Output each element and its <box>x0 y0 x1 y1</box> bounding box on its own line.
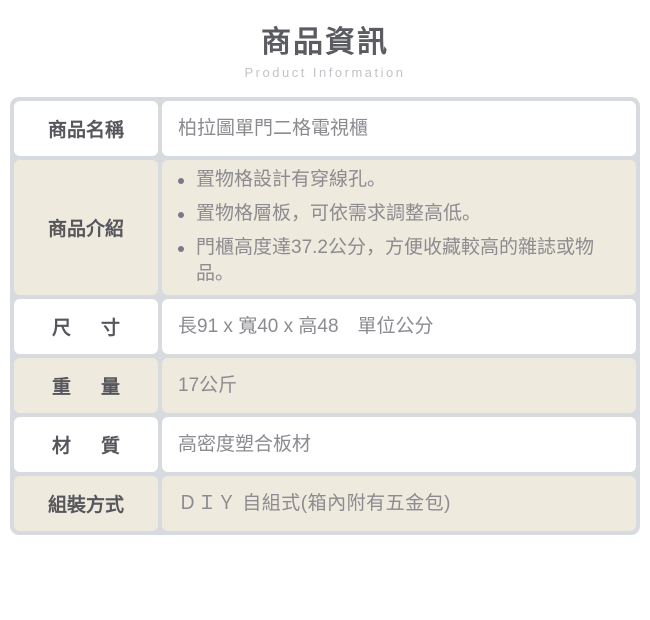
product-info-page: 商品資訊 Product Information 商品名稱 柏拉圖單門二格電視櫃… <box>0 0 650 620</box>
row-value-dimensions: 長91 x 寬40 x 高48 單位公分 <box>162 299 636 354</box>
row-value-product-name: 柏拉圖單門二格電視櫃 <box>162 101 636 156</box>
page-title: 商品資訊 <box>261 26 389 59</box>
table-row: 商品介紹 置物格設計有穿線孔。 置物格層板，可依需求調整高低。 門櫃高度達37.… <box>14 160 636 295</box>
list-item: 置物格層板，可依需求調整高低。 <box>176 201 620 228</box>
bullet-dot-icon <box>178 245 184 252</box>
row-label-dimensions: 尺寸 <box>14 299 158 354</box>
table-row: 商品名稱 柏拉圖單門二格電視櫃 <box>14 101 636 156</box>
row-value-assembly: ＤＩＹ 自組式(箱內附有五金包) <box>162 476 636 531</box>
row-value-product-intro: 置物格設計有穿線孔。 置物格層板，可依需求調整高低。 門櫃高度達37.2公分，方… <box>162 160 636 295</box>
row-value-weight: 17公斤 <box>162 358 636 413</box>
table-row: 重量 17公斤 <box>14 358 636 413</box>
row-value-material: 高密度塑合板材 <box>162 417 636 472</box>
page-subtitle: Product Information <box>244 64 406 80</box>
row-label-product-intro: 商品介紹 <box>14 160 158 295</box>
row-label-material: 材質 <box>14 417 158 472</box>
table-row: 材質 高密度塑合板材 <box>14 417 636 472</box>
row-label-weight: 重量 <box>14 358 158 413</box>
bullet-dot-icon <box>178 177 184 184</box>
table-row: 尺寸 長91 x 寬40 x 高48 單位公分 <box>14 299 636 354</box>
table-row: 組裝方式 ＤＩＹ 自組式(箱內附有五金包) <box>14 476 636 531</box>
page-header: 商品資訊 Product Information <box>0 0 650 80</box>
list-item: 門櫃高度達37.2公分，方便收藏較高的雜誌或物品。 <box>176 235 620 289</box>
list-item-label: 置物格層板，可依需求調整高低。 <box>196 202 482 224</box>
intro-bullet-list: 置物格設計有穿線孔。 置物格層板，可依需求調整高低。 門櫃高度達37.2公分，方… <box>176 167 620 289</box>
list-item-label: 置物格設計有穿線孔。 <box>196 168 387 190</box>
bullet-dot-icon <box>178 211 184 218</box>
list-item-label: 門櫃高度達37.2公分，方便收藏較高的雜誌或物品。 <box>196 236 594 285</box>
product-info-table: 商品名稱 柏拉圖單門二格電視櫃 商品介紹 置物格設計有穿線孔。 置物格層板，可依… <box>10 97 640 535</box>
row-label-product-name: 商品名稱 <box>14 101 158 156</box>
row-label-assembly: 組裝方式 <box>14 476 158 531</box>
list-item: 置物格設計有穿線孔。 <box>176 167 620 194</box>
